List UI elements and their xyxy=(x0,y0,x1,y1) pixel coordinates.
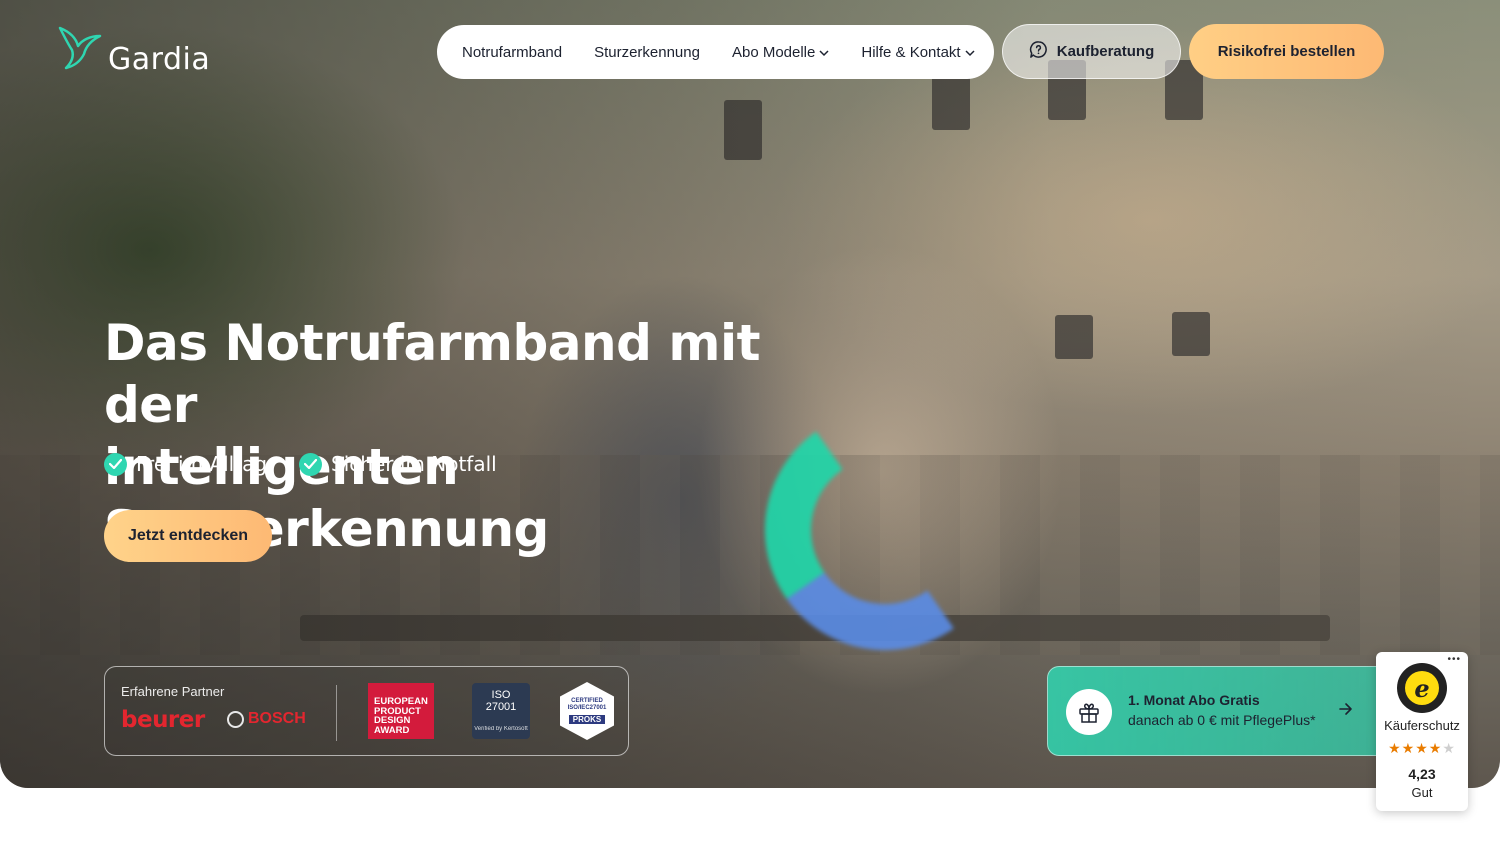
gardia-logo[interactable]: Gardia xyxy=(56,24,211,77)
trusted-shops-e-icon: e xyxy=(1405,671,1439,705)
check-icon xyxy=(299,452,323,476)
star-icon: ★ xyxy=(1388,740,1402,756)
divider xyxy=(336,685,337,741)
bosch-logo: BOSCH xyxy=(227,710,306,728)
iso-line: ISO xyxy=(491,689,511,701)
partners-panel: Erfahrene Partner beurer BOSCH EUROPEAN … xyxy=(104,666,629,756)
nav-item-label: Abo Modelle xyxy=(731,43,816,61)
kaeuferschutz-label: Käuferschutz xyxy=(1384,718,1460,733)
feature-label: Sicher im Notfall xyxy=(331,452,497,476)
iso-badge: ISO 27001 Verified by Kertosoft xyxy=(472,683,530,739)
feature-label: Frei im Alltag xyxy=(136,452,268,476)
design-award-badge: EUROPEAN PRODUCT DESIGN AWARD xyxy=(368,683,434,739)
bosch-wordmark: BOSCH xyxy=(248,710,306,727)
star-icon: ★ xyxy=(1428,740,1443,756)
promo-title: 1. Monat Abo Gratis xyxy=(1128,692,1260,708)
promo-banner[interactable]: 1. Monat Abo Gratis danach ab 0 € mit Pf… xyxy=(1047,666,1382,756)
star-icon: ★ xyxy=(1442,740,1456,756)
nav-item-notrufarmband[interactable]: Notrufarmband xyxy=(462,44,562,61)
bosch-ring-icon xyxy=(227,710,244,728)
check-icon xyxy=(104,452,127,476)
main-nav: Notrufarmband Sturzerkennung Abo Modelle… xyxy=(437,25,994,79)
nav-item-sturzerkennung[interactable]: Sturzerkennung xyxy=(594,44,700,61)
iso-footer: Verified by Kertosoft xyxy=(474,726,528,732)
nav-item-label: Hilfe & Kontakt xyxy=(861,43,961,61)
trusted-shops-seal: e xyxy=(1397,663,1447,713)
feature-item: Frei im Alltag xyxy=(104,452,267,476)
discover-button[interactable]: Jetzt entdecken xyxy=(104,510,272,562)
hummingbird-icon xyxy=(56,24,104,75)
star-icon: ★ xyxy=(1415,740,1429,756)
headline-line-1: Das Notrufarmband mit der xyxy=(104,314,760,434)
rating-stars: ★★★★★ xyxy=(1376,740,1468,757)
brand-name: Gardia xyxy=(108,42,211,77)
proks-main: PROKS xyxy=(568,715,606,724)
award-line: AWARD xyxy=(374,724,410,736)
nav-item-label: Sturzerkennung xyxy=(594,43,700,61)
trusted-shops-widget[interactable]: ••• e Käuferschutz ★★★★★ 4,23 Gut xyxy=(1376,652,1468,811)
more-options-icon[interactable]: ••• xyxy=(1447,654,1461,665)
partners-label: Erfahrene Partner xyxy=(121,684,225,699)
rating-grade: Gut xyxy=(1411,785,1433,800)
nav-item-abo-modelle[interactable]: Abo Modelle xyxy=(732,44,829,61)
kaufberatung-label: Kaufberatung xyxy=(1056,43,1155,60)
chevron-down-icon xyxy=(819,44,829,61)
star-icon: ★ xyxy=(1401,740,1416,756)
order-button[interactable]: Risikofrei bestellen xyxy=(1189,24,1384,79)
feature-list: Frei im Alltag Sicher im Notfall xyxy=(104,452,497,476)
promo-subtitle: danach ab 0 € mit PflegePlus* xyxy=(1128,712,1316,728)
proks-badge: CERTIFIED ISO/IEC27001 PROKS xyxy=(560,682,614,740)
beurer-logo: beurer xyxy=(121,707,205,733)
proks-top: CERTIFIED ISO/IEC27001 xyxy=(567,698,607,711)
feature-item: Sicher im Notfall xyxy=(299,452,497,476)
gift-icon xyxy=(1066,689,1112,735)
nav-item-hilfe-kontakt[interactable]: Hilfe & Kontakt xyxy=(861,43,975,61)
nav-item-label: Notrufarmband xyxy=(462,43,563,61)
chevron-down-icon xyxy=(965,44,975,61)
kaufberatung-button[interactable]: Kaufberatung xyxy=(1002,24,1181,79)
rating-score: 4,23 xyxy=(1408,766,1436,782)
chat-question-icon xyxy=(1029,40,1048,63)
arrow-right-icon xyxy=(1338,701,1354,722)
iso-line: 27001 xyxy=(485,701,517,713)
